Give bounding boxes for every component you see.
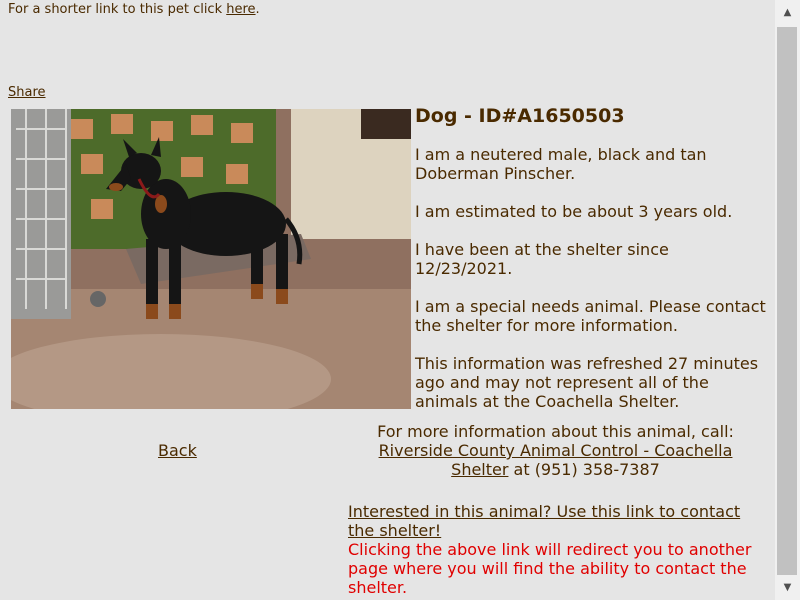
more-info-prefix: For more information about this animal, … [377,422,734,441]
short-link-text: For a shorter link to this pet click [8,2,227,17]
scroll-down-icon[interactable]: ▼ [775,575,800,600]
short-link-line: For a shorter link to this pet click her… [8,2,260,17]
share-link[interactable]: Share [8,85,46,100]
pet-special-needs: I am a special needs animal. Please cont… [415,297,766,335]
scroll-up-icon[interactable]: ▲ [775,0,800,25]
pet-description: I am a neutered male, black and tan Dobe… [415,145,707,183]
short-link-here[interactable]: here [226,2,255,17]
shelter-phone: at (951) 358-7387 [508,460,660,479]
contact-shelter-link[interactable]: Interested in this animal? Use this link… [348,502,740,540]
scroll-thumb[interactable] [777,27,797,575]
pet-refresh-note: This information was refreshed 27 minute… [415,354,759,411]
back-link[interactable]: Back [158,441,197,460]
pet-shelter-since: I have been at the shelter since 12/23/2… [415,240,669,278]
pet-detail-page: For a shorter link to this pet click her… [0,0,800,600]
redirect-warning: Clicking the above link will redirect yo… [348,540,752,597]
pet-info: Dog - ID#A1650503 I am a neutered male, … [415,104,770,430]
more-info-block: For more information about this animal, … [348,422,763,479]
pet-title: Dog - ID#A1650503 [415,105,625,127]
contact-block: Interested in this animal? Use this link… [348,502,763,597]
short-link-suffix: . [255,2,260,17]
vertical-scrollbar[interactable]: ▲ ▼ [775,0,800,600]
pet-age: I am estimated to be about 3 years old. [415,202,733,221]
pet-photo [11,109,411,409]
dog-photo-image [11,109,411,409]
